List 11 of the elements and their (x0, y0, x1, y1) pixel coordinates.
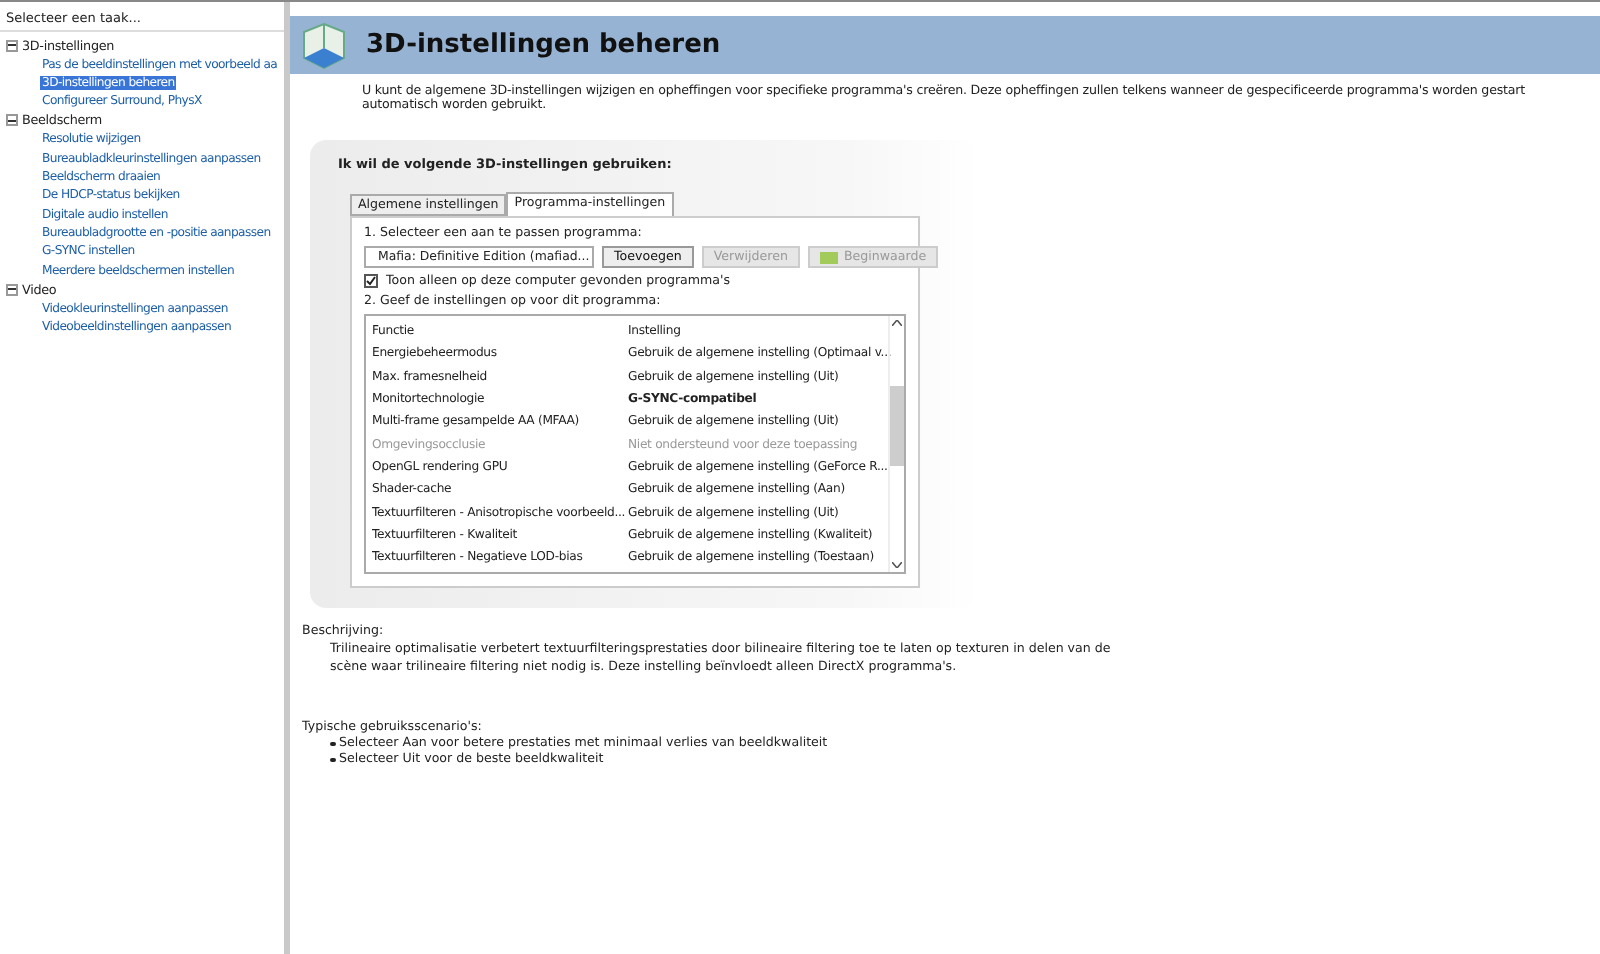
scrollbar[interactable] (888, 316, 904, 573)
scroll-down-icon[interactable] (892, 562, 902, 569)
checkbox[interactable] (364, 274, 378, 288)
collapse-toggle-icon[interactable] (6, 283, 18, 296)
bullet-icon (330, 741, 335, 747)
collapse-toggle-icon[interactable] (6, 39, 18, 52)
cube-icon (302, 21, 346, 69)
collapse-toggle-icon[interactable] (6, 114, 18, 127)
page-title: 3D-instellingen beheren (366, 30, 721, 60)
scroll-up-icon[interactable] (892, 320, 902, 326)
bullet-icon (330, 757, 335, 763)
